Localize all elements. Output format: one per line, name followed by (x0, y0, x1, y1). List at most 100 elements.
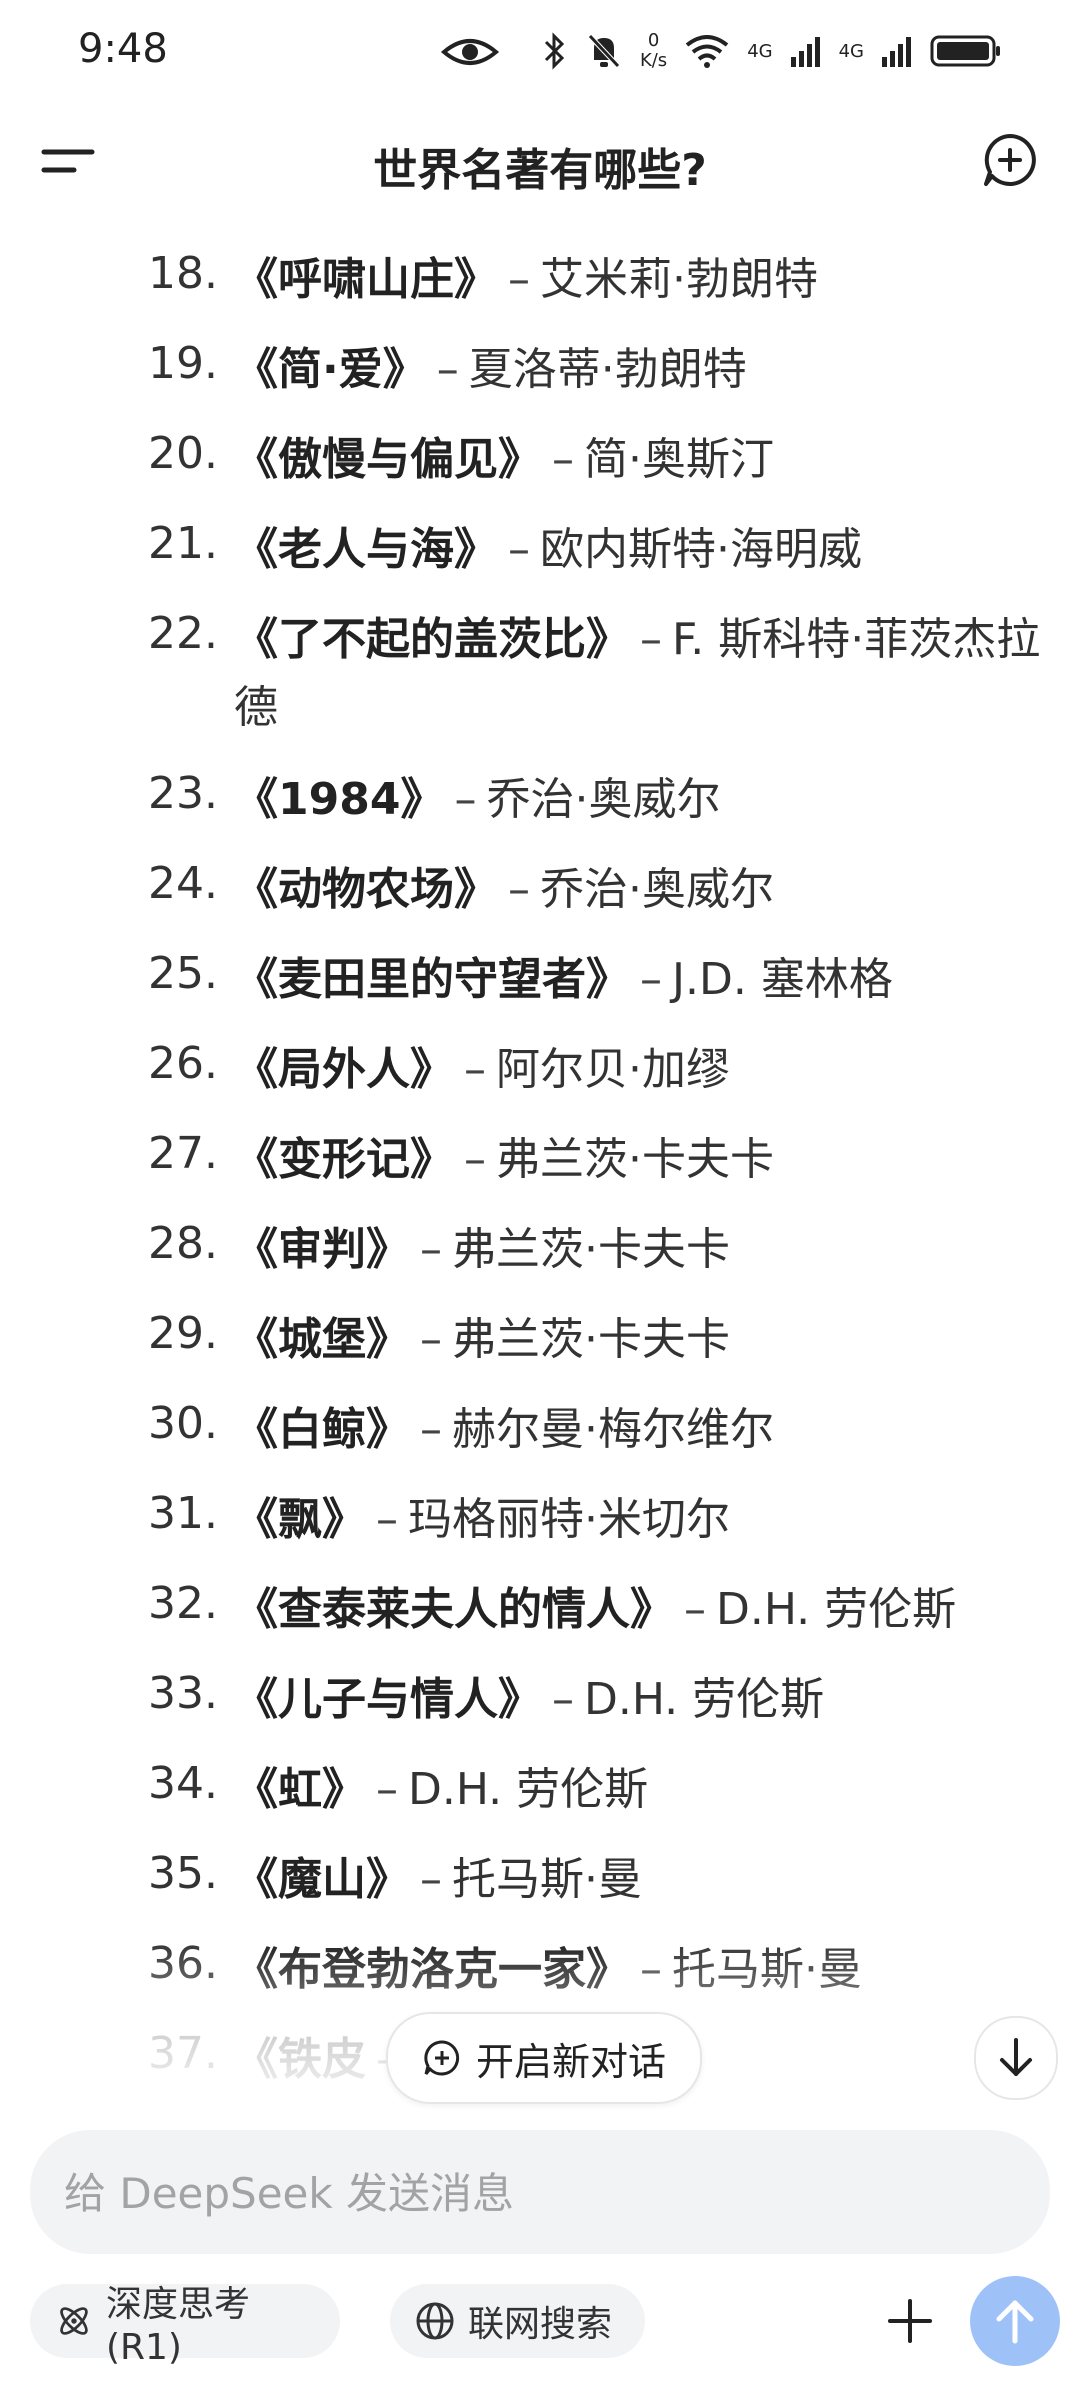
list-item: 33. 《儿子与情人》 – D.H. 劳伦斯 (0, 1660, 1080, 1750)
book-author: 玛格丽特·米切尔 (408, 1494, 730, 1545)
separator: – (376, 1494, 398, 1545)
status-bar: 9:48 0 K/s 4G 4G (0, 0, 1080, 100)
message-input[interactable] (62, 2130, 1006, 2256)
book-title: 《1984》 (234, 774, 445, 825)
separator: – (684, 1584, 706, 1635)
list-item: 27. 《变形记》 – 弗兰茨·卡夫卡 (0, 1120, 1080, 1210)
bell-muted-icon (588, 34, 620, 68)
signal-4g-label-1: 4G (747, 40, 773, 62)
book-title: 《白鲸》 (234, 1404, 410, 1455)
list-item-number: 28. (148, 1218, 218, 1269)
book-author: 乔治·奥威尔 (540, 864, 774, 915)
list-item: 18. 《呼啸山庄》 – 艾米莉·勃朗特 (0, 240, 1080, 330)
list-item-content: 《动物农场》 – 乔治·奥威尔 (234, 856, 1054, 924)
list-item-number: 34. (148, 1758, 218, 1809)
deep-think-toggle[interactable]: 深度思考 (R1) (30, 2284, 340, 2368)
list-item: 23. 《1984》 – 乔治·奥威尔 (0, 760, 1080, 850)
list-item-number: 31. (148, 1488, 218, 1539)
message-input-container[interactable] (30, 2130, 1050, 2256)
app-header: 世界名著有哪些? (0, 100, 1080, 220)
book-author: J.D. 塞林格 (672, 954, 893, 1005)
book-author: 乔治·奥威尔 (486, 774, 721, 825)
network-speed-value: 0 (647, 30, 660, 51)
list-item: 30. 《白鲸》 – 赫尔曼·梅尔维尔 (0, 1390, 1080, 1480)
book-author: D.H. 劳伦斯 (584, 1674, 825, 1725)
list-item-number: 29. (148, 1308, 218, 1359)
book-author: 简·奥斯汀 (584, 434, 774, 485)
wifi-icon (685, 35, 729, 68)
send-button[interactable] (970, 2276, 1060, 2366)
web-search-toggle[interactable]: 联网搜索 (390, 2284, 645, 2358)
book-list: 18. 《呼啸山庄》 – 艾米莉·勃朗特 19. 《简·爱》 – 夏洛蒂·勃朗特 20. 《傲慢与… (0, 240, 1080, 2110)
list-item: 21. 《老人与海》 – 欧内斯特·海明威 (0, 510, 1080, 600)
separator: – (640, 614, 662, 665)
scroll-down-button[interactable] (974, 2016, 1058, 2100)
atom-icon (60, 2307, 88, 2335)
book-author: 欧内斯特·海明威 (540, 524, 862, 575)
separator: – (508, 864, 530, 915)
separator: – (464, 1134, 486, 1185)
book-author: 艾米莉·勃朗特 (540, 254, 818, 305)
list-item-number: 32. (148, 1578, 218, 1629)
separator: – (420, 1314, 442, 1365)
book-title: 《呼啸山庄》 (234, 254, 498, 305)
list-item: 29. 《城堡》 – 弗兰茨·卡夫卡 (0, 1300, 1080, 1390)
new-chat-icon[interactable] (980, 130, 1040, 190)
list-item: 28. 《审判》 – 弗兰茨·卡夫卡 (0, 1210, 1080, 1300)
list-item-content: 《1984》 – 乔治·奥威尔 (234, 766, 1054, 834)
book-author: 弗兰茨·卡夫卡 (452, 1314, 730, 1365)
arrow-down-icon (1000, 2038, 1032, 2076)
list-item-content: 《儿子与情人》 – D.H. 劳伦斯 (234, 1666, 1054, 1734)
separator: – (454, 774, 477, 825)
book-title: 《飘》 (234, 1494, 366, 1545)
book-title: 《变形记》 (234, 1134, 454, 1185)
separator: – (420, 1404, 442, 1455)
bluetooth-icon (544, 32, 565, 70)
list-item-number: 19. (148, 338, 218, 389)
book-author: 赫尔曼·梅尔维尔 (452, 1404, 774, 1455)
book-title: 《审判》 (234, 1224, 410, 1275)
list-item: 35. 《魔山》 – 托马斯·曼 (0, 1840, 1080, 1930)
list-item-content: 《城堡》 – 弗兰茨·卡夫卡 (234, 1306, 1054, 1374)
list-item: 19. 《简·爱》 – 夏洛蒂·勃朗特 (0, 330, 1080, 420)
list-item-content: 《简·爱》 – 夏洛蒂·勃朗特 (234, 336, 1054, 404)
list-item-content: 《查泰莱夫人的情人》 – D.H. 劳伦斯 (234, 1576, 1054, 1644)
book-author: 弗兰茨·卡夫卡 (452, 1224, 730, 1275)
book-title: 《虹》 (234, 1764, 366, 1815)
book-title: 《儿子与情人》 (234, 1674, 542, 1725)
list-item-number: 25. (148, 948, 218, 999)
book-title: 《简·爱》 (234, 344, 427, 395)
list-item: 34. 《虹》 – D.H. 劳伦斯 (0, 1750, 1080, 1840)
list-item-content: 《审判》 – 弗兰茨·卡夫卡 (234, 1216, 1054, 1284)
page-title: 世界名著有哪些? (373, 145, 707, 196)
list-item-content: 《变形记》 – 弗兰茨·卡夫卡 (234, 1126, 1054, 1194)
list-item-content: 《麦田里的守望者》 – J.D. 塞林格 (234, 946, 1054, 1014)
book-author: D.H. 劳伦斯 (716, 1584, 957, 1635)
status-icons: 0 K/s 4G 4G (542, 26, 1002, 76)
book-title: 《麦田里的守望者》 (234, 954, 630, 1005)
plus-icon (888, 2299, 932, 2343)
battery-icon (930, 35, 1000, 67)
list-item-content: 《傲慢与偏见》 – 简·奥斯汀 (234, 426, 1054, 494)
list-item-number: 35. (148, 1848, 218, 1899)
separator: – (436, 344, 459, 395)
separator: – (508, 254, 530, 305)
separator: – (464, 1044, 486, 1095)
arrow-up-icon (996, 2300, 1034, 2344)
list-item: 25. 《麦田里的守望者》 – J.D. 塞林格 (0, 940, 1080, 1030)
deep-think-label: 深度思考 (R1) (105, 2283, 250, 2368)
book-title: 《查泰莱夫人的情人》 (234, 1584, 674, 1635)
separator: – (552, 1674, 574, 1725)
book-author: 托马斯·曼 (452, 1854, 642, 1905)
list-item: 24. 《动物农场》 – 乔治·奥威尔 (0, 850, 1080, 940)
list-item-number: 21. (148, 518, 218, 569)
cell-signal-icon (790, 37, 820, 67)
attach-button[interactable] (880, 2284, 940, 2358)
list-item: 22. 《了不起的盖茨比》 – F. 斯科特·菲茨杰拉德 (0, 600, 1080, 760)
new-dialog-button[interactable]: 开启新对话 (386, 2012, 702, 2104)
list-item-number: 27. (148, 1128, 218, 1179)
book-title: 《老人与海》 (234, 524, 498, 575)
book-author: D.H. 劳伦斯 (408, 1764, 649, 1815)
globe-icon (416, 2302, 454, 2340)
separator: – (420, 1854, 442, 1905)
